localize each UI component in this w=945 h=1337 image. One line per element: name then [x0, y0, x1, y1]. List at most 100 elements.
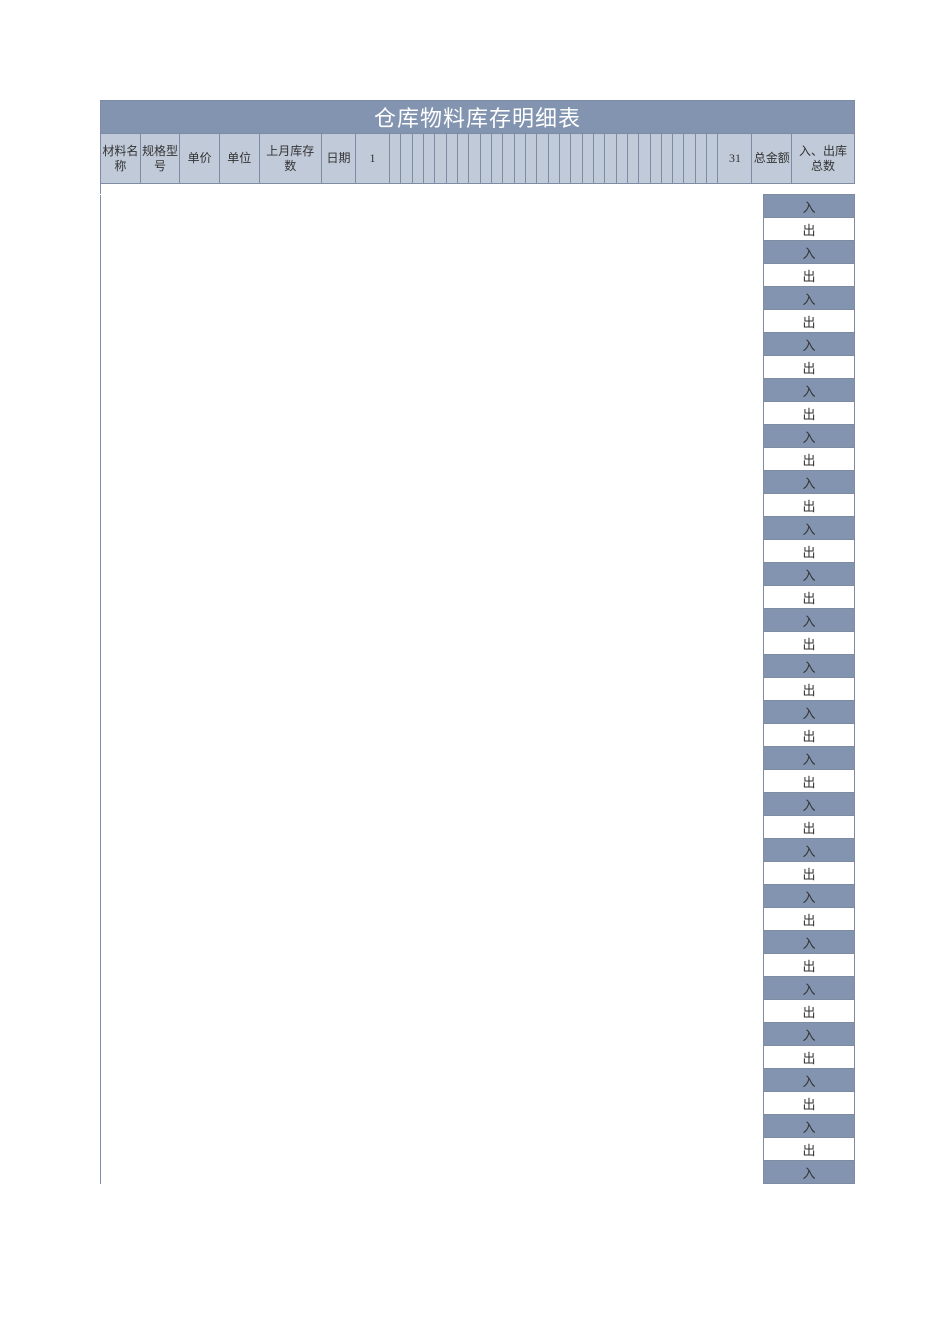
row-left-spacer [101, 701, 764, 724]
col-day [514, 134, 525, 184]
row-left-spacer [101, 1000, 764, 1023]
row-left-spacer [101, 356, 764, 379]
col-day [571, 134, 582, 184]
in-cell: 入 [764, 195, 855, 218]
row-left-spacer [101, 333, 764, 356]
in-cell: 入 [764, 425, 855, 448]
io-row: 入 [101, 241, 855, 264]
row-left-spacer [101, 195, 764, 218]
row-left-spacer [101, 816, 764, 839]
io-row: 入 [101, 195, 855, 218]
out-cell: 出 [764, 356, 855, 379]
col-day [491, 134, 502, 184]
col-in-out-total: 入、出库总数 [792, 134, 855, 184]
io-row: 入 [101, 563, 855, 586]
col-day [661, 134, 672, 184]
in-cell: 入 [764, 839, 855, 862]
out-cell: 出 [764, 954, 855, 977]
out-cell: 出 [764, 586, 855, 609]
col-date: 日期 [321, 134, 355, 184]
in-cell: 入 [764, 793, 855, 816]
inventory-table: 仓库物料库存明细表 材料名称 规格型号 单价 单位 上月库存数 日期 1 [100, 100, 855, 184]
io-row: 入 [101, 425, 855, 448]
out-cell: 出 [764, 402, 855, 425]
io-row: 出 [101, 586, 855, 609]
col-day [401, 134, 412, 184]
row-left-spacer [101, 540, 764, 563]
row-left-spacer [101, 379, 764, 402]
col-day [684, 134, 695, 184]
col-unit: 单位 [219, 134, 259, 184]
col-day [673, 134, 684, 184]
io-row: 入 [101, 701, 855, 724]
row-left-spacer [101, 1138, 764, 1161]
col-day-1: 1 [355, 134, 389, 184]
out-cell: 出 [764, 816, 855, 839]
col-day [616, 134, 627, 184]
row-left-spacer [101, 448, 764, 471]
col-day [537, 134, 548, 184]
in-cell: 入 [764, 517, 855, 540]
io-row: 出 [101, 632, 855, 655]
io-row: 出 [101, 356, 855, 379]
io-row: 出 [101, 1000, 855, 1023]
col-day [435, 134, 446, 184]
col-day [480, 134, 491, 184]
io-row: 入 [101, 655, 855, 678]
out-cell: 出 [764, 1000, 855, 1023]
io-row: 入 [101, 287, 855, 310]
row-left-spacer [101, 770, 764, 793]
col-material-name: 材料名称 [101, 134, 141, 184]
col-day [423, 134, 434, 184]
out-cell: 出 [764, 862, 855, 885]
in-cell: 入 [764, 471, 855, 494]
in-cell: 入 [764, 1161, 855, 1184]
io-row: 出 [101, 402, 855, 425]
in-cell: 入 [764, 609, 855, 632]
row-left-spacer [101, 839, 764, 862]
out-cell: 出 [764, 908, 855, 931]
io-row: 入 [101, 379, 855, 402]
in-cell: 入 [764, 1069, 855, 1092]
out-cell: 出 [764, 310, 855, 333]
out-cell: 出 [764, 1046, 855, 1069]
out-cell: 出 [764, 448, 855, 471]
in-cell: 入 [764, 931, 855, 954]
col-day [412, 134, 423, 184]
row-left-spacer [101, 885, 764, 908]
in-cell: 入 [764, 333, 855, 356]
in-cell: 入 [764, 379, 855, 402]
row-left-spacer [101, 287, 764, 310]
row-left-spacer [101, 954, 764, 977]
header-row: 材料名称 规格型号 单价 单位 上月库存数 日期 1 [101, 134, 855, 184]
col-day [695, 134, 706, 184]
io-row: 入 [101, 1115, 855, 1138]
io-row: 入 [101, 931, 855, 954]
row-left-spacer [101, 908, 764, 931]
out-cell: 出 [764, 770, 855, 793]
row-left-spacer [101, 425, 764, 448]
io-row: 出 [101, 770, 855, 793]
col-unit-price: 单价 [180, 134, 220, 184]
io-row: 出 [101, 908, 855, 931]
row-left-spacer [101, 264, 764, 287]
io-row: 出 [101, 954, 855, 977]
out-cell: 出 [764, 264, 855, 287]
in-cell: 入 [764, 1023, 855, 1046]
col-day [650, 134, 661, 184]
io-rows-table: 入出入出入出入出入出入出入出入出入出入出入出入出入出入出入出入出入出入出入出入出… [100, 194, 855, 1184]
row-left-spacer [101, 655, 764, 678]
row-left-spacer [101, 931, 764, 954]
io-row: 入 [101, 471, 855, 494]
in-cell: 入 [764, 747, 855, 770]
row-left-spacer [101, 1092, 764, 1115]
in-cell: 入 [764, 241, 855, 264]
row-left-spacer [101, 471, 764, 494]
row-left-spacer [101, 517, 764, 540]
row-left-spacer [101, 724, 764, 747]
title-row: 仓库物料库存明细表 [101, 101, 855, 134]
row-left-spacer [101, 563, 764, 586]
out-cell: 出 [764, 1092, 855, 1115]
io-row: 出 [101, 1046, 855, 1069]
document-page: 仓库物料库存明细表 材料名称 规格型号 单价 单位 上月库存数 日期 1 [0, 0, 945, 1234]
